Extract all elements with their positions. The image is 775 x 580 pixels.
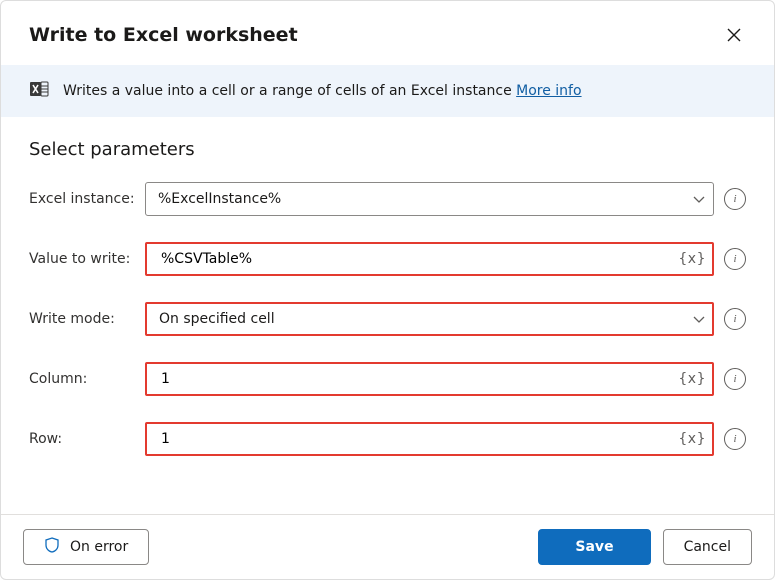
field-wrap-column: {x} <box>145 362 714 396</box>
write-mode-select[interactable]: On specified cell <box>145 302 714 336</box>
row-value-to-write: Value to write: {x} i <box>29 242 746 276</box>
row-input-wrap <box>145 422 714 456</box>
row-write-mode: Write mode: On specified cell i <box>29 302 746 336</box>
save-label: Save <box>575 539 613 555</box>
save-button[interactable]: Save <box>538 529 650 565</box>
field-wrap-value-to-write: {x} <box>145 242 714 276</box>
cancel-button[interactable]: Cancel <box>663 529 752 565</box>
write-mode-value: On specified cell <box>159 311 275 327</box>
variable-picker-button[interactable]: {x} <box>678 371 706 387</box>
value-to-write-input-wrap <box>145 242 714 276</box>
dialog-title: Write to Excel worksheet <box>29 24 298 46</box>
column-input-wrap <box>145 362 714 396</box>
shield-icon <box>44 537 60 557</box>
close-icon <box>727 28 741 42</box>
info-icon[interactable]: i <box>724 188 746 210</box>
label-column: Column: <box>29 371 135 387</box>
on-error-button[interactable]: On error <box>23 529 149 565</box>
variable-picker-button[interactable]: {x} <box>678 251 706 267</box>
dialog-content: Select parameters Excel instance: %Excel… <box>1 117 774 514</box>
label-excel-instance: Excel instance: <box>29 191 135 207</box>
info-icon[interactable]: i <box>724 248 746 270</box>
dialog-footer: On error Save Cancel <box>1 514 774 579</box>
section-heading: Select parameters <box>29 139 746 160</box>
write-to-excel-dialog: Write to Excel worksheet Writes a value … <box>0 0 775 580</box>
field-wrap-write-mode: On specified cell <box>145 302 714 336</box>
info-banner: Writes a value into a cell or a range of… <box>1 65 774 117</box>
cancel-label: Cancel <box>684 539 731 555</box>
row-input[interactable] <box>159 424 676 454</box>
row-row: Row: {x} i <box>29 422 746 456</box>
dialog-header: Write to Excel worksheet <box>1 1 774 65</box>
variable-picker-button[interactable]: {x} <box>678 431 706 447</box>
excel-icon <box>29 79 49 103</box>
row-column: Column: {x} i <box>29 362 746 396</box>
more-info-link[interactable]: More info <box>516 83 581 99</box>
excel-instance-select[interactable]: %ExcelInstance% <box>145 182 714 216</box>
label-write-mode: Write mode: <box>29 311 135 327</box>
field-wrap-excel-instance: %ExcelInstance% <box>145 182 714 216</box>
row-excel-instance: Excel instance: %ExcelInstance% i <box>29 182 746 216</box>
on-error-label: On error <box>70 539 128 555</box>
excel-instance-value: %ExcelInstance% <box>158 191 281 207</box>
close-button[interactable] <box>718 19 750 51</box>
banner-text: Writes a value into a cell or a range of… <box>63 83 516 99</box>
field-wrap-row: {x} <box>145 422 714 456</box>
info-icon[interactable]: i <box>724 368 746 390</box>
banner-text-wrap: Writes a value into a cell or a range of… <box>63 83 582 99</box>
info-icon[interactable]: i <box>724 308 746 330</box>
label-value-to-write: Value to write: <box>29 251 135 267</box>
column-input[interactable] <box>159 364 676 394</box>
info-icon[interactable]: i <box>724 428 746 450</box>
value-to-write-input[interactable] <box>159 244 676 274</box>
label-row: Row: <box>29 431 135 447</box>
